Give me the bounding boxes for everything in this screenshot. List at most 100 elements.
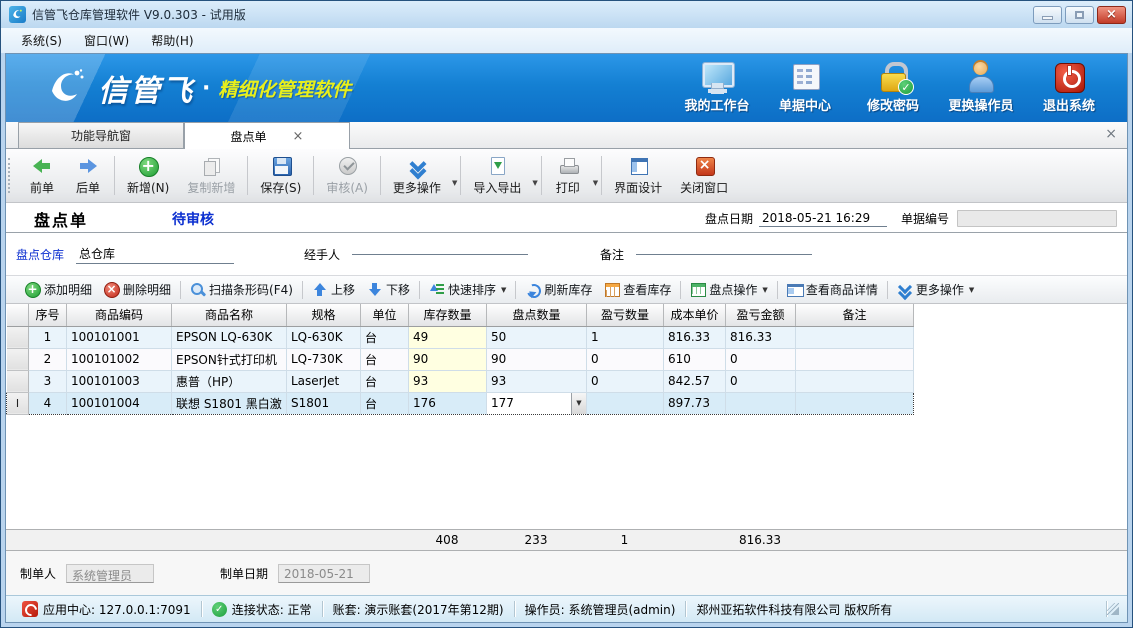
app-logo-icon bbox=[9, 6, 26, 23]
add-circle-icon bbox=[25, 282, 40, 297]
restore-button[interactable] bbox=[1065, 6, 1094, 24]
menu-system[interactable]: 系统(S) bbox=[11, 29, 72, 52]
maker-field: 系统管理员 bbox=[66, 564, 154, 583]
table-row[interactable]: 1 100101001 EPSON LQ-630K LQ-630K 台 49 5… bbox=[7, 326, 914, 348]
col-unit[interactable]: 单位 bbox=[361, 304, 409, 326]
refresh-stock-button[interactable]: 刷新库存 bbox=[519, 279, 598, 300]
arrow-down-icon bbox=[367, 282, 382, 297]
col-no[interactable]: 序号 bbox=[29, 304, 67, 326]
remark-field[interactable] bbox=[636, 253, 812, 255]
tab-inventory-count[interactable]: 盘点单 × bbox=[184, 122, 350, 149]
printer-icon bbox=[557, 156, 579, 176]
inventory-grid: 序号 商品编码 商品名称 规格 单位 库存数量 盘点数量 盈亏数量 成本单价 盈… bbox=[6, 304, 1127, 551]
doc-date-field[interactable]: 2018-05-21 16:29 bbox=[759, 211, 887, 227]
new-button[interactable]: 新增(N) bbox=[118, 152, 178, 199]
status-operator: 操作员: 系统管理员(admin) bbox=[515, 601, 686, 618]
col-spec[interactable]: 规格 bbox=[287, 304, 361, 326]
total-diff-amt: 816.33 bbox=[725, 530, 795, 550]
ui-design-icon bbox=[627, 156, 649, 176]
toolbar-separator bbox=[680, 281, 681, 299]
chevron-down-icon[interactable]: ▼ bbox=[532, 179, 537, 187]
more-actions-button[interactable]: 更多操作 ▼ bbox=[384, 152, 457, 199]
ui-design-button[interactable]: 界面设计 bbox=[605, 152, 671, 199]
counted-qty-editor[interactable]: 177 ▼ bbox=[487, 392, 587, 414]
grid-table: 序号 商品编码 商品名称 规格 单位 库存数量 盘点数量 盈亏数量 成本单价 盈… bbox=[6, 304, 914, 415]
banner-action-exit[interactable]: 退出系统 bbox=[1025, 62, 1113, 114]
copy-new-button: 复制新增 bbox=[178, 152, 244, 199]
status-app-center: 应用中心: 127.0.0.1:7091 bbox=[12, 601, 201, 618]
toolbar-separator bbox=[541, 156, 542, 195]
stock-table-icon bbox=[604, 282, 619, 297]
power-icon bbox=[1052, 62, 1086, 92]
chevron-down-icon[interactable]: ▼ bbox=[452, 179, 457, 187]
close-button[interactable]: × bbox=[1097, 6, 1126, 24]
col-remark[interactable]: 备注 bbox=[796, 304, 914, 326]
handler-field[interactable] bbox=[352, 253, 528, 255]
menu-window[interactable]: 窗口(W) bbox=[74, 29, 139, 52]
make-date-field: 2018-05-21 bbox=[278, 564, 370, 583]
toolbar-separator bbox=[380, 156, 381, 195]
toolbar-separator bbox=[777, 281, 778, 299]
scan-barcode-button[interactable]: 扫描条形码(F4) bbox=[184, 279, 299, 300]
close-icon: × bbox=[1106, 8, 1117, 21]
banner-action-change-operator[interactable]: 更换操作员 bbox=[937, 62, 1025, 114]
next-doc-button[interactable]: 后单 bbox=[65, 152, 111, 199]
col-name[interactable]: 商品名称 bbox=[172, 304, 287, 326]
toolbar-separator bbox=[419, 281, 420, 299]
banner-action-document-center[interactable]: 单据中心 bbox=[761, 62, 849, 114]
doc-date-label: 盘点日期 bbox=[705, 210, 753, 227]
maker-label: 制单人 bbox=[20, 565, 56, 582]
table-row[interactable]: 3 100101003 惠普（HP） LaserJet 台 93 93 0 84… bbox=[7, 370, 914, 392]
col-diff-qty[interactable]: 盈亏数量 bbox=[587, 304, 664, 326]
warehouse-field[interactable]: 总仓库 bbox=[76, 245, 234, 264]
brand-separator: · bbox=[202, 76, 210, 101]
app-window: 信管飞仓库管理软件 V9.0.303 - 试用版 × 系统(S) 窗口(W) 帮… bbox=[0, 0, 1133, 628]
chevron-down-icon: ▼ bbox=[969, 286, 974, 294]
more-detail-ops-button[interactable]: 更多操作 ▼ bbox=[891, 279, 980, 300]
menu-help[interactable]: 帮助(H) bbox=[141, 29, 203, 52]
chevron-down-icon[interactable]: ▼ bbox=[593, 179, 598, 187]
view-product-detail-button[interactable]: 查看商品详情 bbox=[781, 279, 884, 300]
import-export-button[interactable]: 导入导出 ▼ bbox=[464, 152, 537, 199]
detail-toolbar: 添加明细 删除明细 扫描条形码(F4) 上移 下移 bbox=[6, 275, 1127, 304]
doc-title: 盘点单 bbox=[34, 207, 88, 231]
delete-detail-button[interactable]: 删除明细 bbox=[98, 279, 177, 300]
brand-logo-icon bbox=[44, 66, 88, 110]
tab-function-navigator[interactable]: 功能导航窗 bbox=[18, 122, 184, 148]
toolbar-separator bbox=[887, 281, 888, 299]
col-cost[interactable]: 成本单价 bbox=[664, 304, 726, 326]
save-button[interactable]: 保存(S) bbox=[251, 152, 310, 199]
print-button[interactable]: 打印 ▼ bbox=[545, 152, 598, 199]
col-code[interactable]: 商品编码 bbox=[67, 304, 172, 326]
move-down-button[interactable]: 下移 bbox=[361, 279, 416, 300]
brand-block: 信管飞 · 精细化管理软件 bbox=[44, 66, 351, 110]
dropdown-button[interactable]: ▼ bbox=[571, 393, 586, 414]
inventory-table-icon bbox=[690, 282, 705, 297]
col-diff-amt[interactable]: 盈亏金额 bbox=[726, 304, 796, 326]
banner-action-workbench[interactable]: 我的工作台 bbox=[673, 62, 761, 114]
toolbar-separator bbox=[460, 156, 461, 195]
tab-close-icon[interactable]: × bbox=[293, 130, 304, 143]
counted-qty-value[interactable]: 177 bbox=[487, 393, 571, 414]
table-row[interactable]: 2 100101002 EPSON针式打印机 LQ-730K 台 90 90 0… bbox=[7, 348, 914, 370]
resize-grip[interactable] bbox=[1107, 603, 1119, 615]
table-row-selected[interactable]: I 4 100101004 联想 S1801 黑白激 S1801 台 176 1… bbox=[7, 392, 914, 414]
col-stock[interactable]: 库存数量 bbox=[409, 304, 487, 326]
grid-header-row: 序号 商品编码 商品名称 规格 单位 库存数量 盘点数量 盈亏数量 成本单价 盈… bbox=[7, 304, 914, 326]
main-toolbar: 前单 后单 新增(N) 复制新增 保存(S) 审 bbox=[6, 149, 1127, 203]
banner-action-change-password[interactable]: ✓ 修改密码 bbox=[849, 62, 937, 114]
prev-doc-button[interactable]: 前单 bbox=[19, 152, 65, 199]
tabstrip-close-icon[interactable]: × bbox=[1105, 127, 1117, 141]
minimize-button[interactable] bbox=[1033, 6, 1062, 24]
view-stock-button[interactable]: 查看库存 bbox=[598, 279, 677, 300]
quick-sort-button[interactable]: 快速排序 ▼ bbox=[423, 279, 512, 300]
add-detail-button[interactable]: 添加明细 bbox=[19, 279, 98, 300]
col-counted[interactable]: 盘点数量 bbox=[487, 304, 587, 326]
close-window-icon bbox=[693, 156, 715, 176]
chevron-down-icon: ▼ bbox=[762, 286, 767, 294]
move-up-button[interactable]: 上移 bbox=[306, 279, 361, 300]
close-window-button[interactable]: 关闭窗口 bbox=[671, 152, 737, 199]
document-center-icon bbox=[788, 62, 822, 92]
inventory-ops-button[interactable]: 盘点操作 ▼ bbox=[684, 279, 773, 300]
row-indicator bbox=[7, 348, 29, 370]
